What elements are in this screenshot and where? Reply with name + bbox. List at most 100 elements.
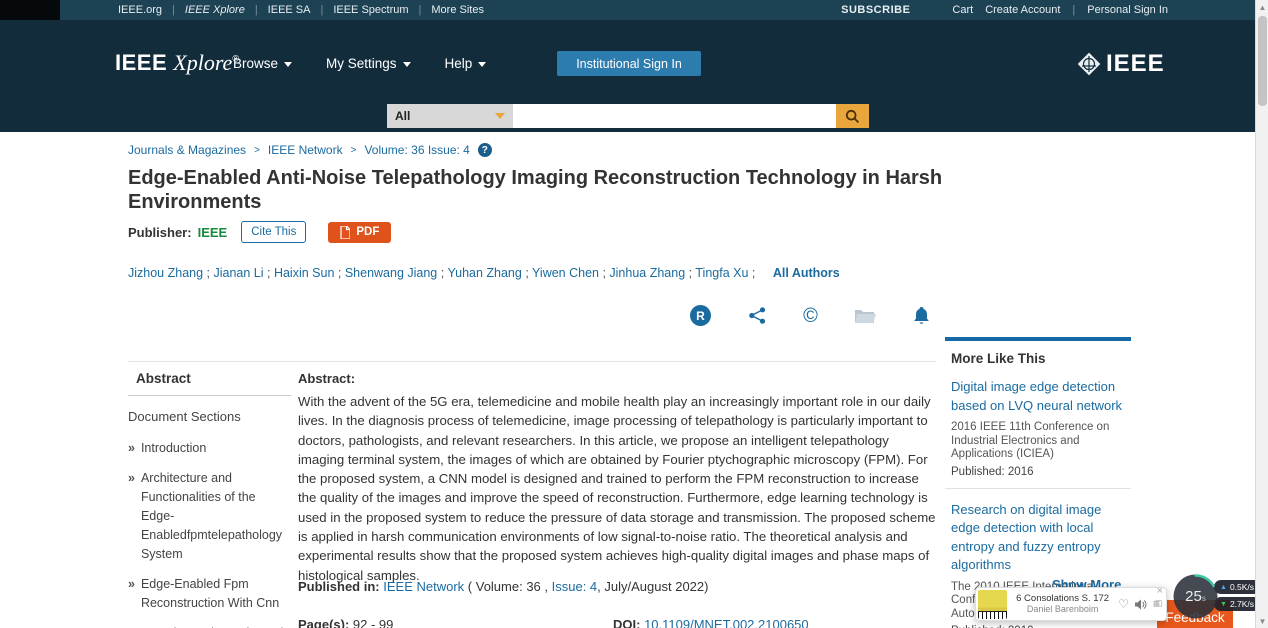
link-ieee-org[interactable]: IEEE.org	[118, 4, 162, 16]
action-icon-row: R ©	[690, 305, 930, 326]
network-speed-overlay: ▲ 0.5K/s ▼ 2.7K/s	[1214, 580, 1261, 614]
search-input[interactable]	[513, 104, 836, 128]
issue-link[interactable]: Issue: 4	[552, 579, 598, 594]
pin-checkbox[interactable]	[1155, 600, 1162, 607]
scroll-up-arrow[interactable]: ▲	[1256, 0, 1268, 14]
bell-icon[interactable]	[913, 306, 930, 326]
section-item-introduction[interactable]: » Introduction	[128, 439, 291, 458]
scroll-down-arrow[interactable]: ▼	[1256, 614, 1268, 628]
search-scope-dropdown[interactable]: All	[387, 104, 513, 128]
nav-help-label: Help	[445, 56, 473, 71]
divider: |	[1072, 4, 1075, 16]
section-item-experimental-results[interactable]: » Experimental Results and Discussion	[128, 624, 291, 628]
chevron-down-icon	[284, 62, 292, 67]
breadcrumb-ieee-network[interactable]: IEEE Network	[268, 143, 343, 157]
cite-this-button[interactable]: Cite This	[241, 221, 306, 243]
share-icon[interactable]	[748, 306, 767, 325]
pdf-button[interactable]: PDF	[328, 222, 391, 243]
related-article-venue: 2016 IEEE 11th Conference on Industrial …	[951, 421, 1131, 462]
brand-word: IEEE	[1106, 50, 1165, 78]
search-button[interactable]	[836, 104, 869, 128]
scrollbar[interactable]: ▲ ▼	[1255, 0, 1268, 628]
chevrons-right-icon: »	[128, 469, 135, 564]
section-label: Experimental Results and Discussion	[141, 624, 291, 628]
rights-icon[interactable]: R	[690, 305, 711, 326]
link-ieee-spectrum[interactable]: IEEE Spectrum	[333, 4, 408, 16]
chevron-down-icon	[478, 62, 486, 67]
track-artist: Daniel Barenboim	[1013, 604, 1112, 615]
download-speed-pill: ▼ 2.7K/s	[1214, 597, 1261, 611]
countdown-unit: s	[1202, 594, 1206, 603]
section-label: Architecture and Functionalities of the …	[141, 469, 291, 564]
pages-value: 92 - 99	[353, 617, 393, 628]
logo-text-xplore: Xplore	[173, 50, 232, 75]
date-text: , July/August 2022)	[597, 579, 708, 594]
breadcrumb: Journals & Magazines > IEEE Network > Vo…	[128, 143, 492, 157]
countdown-badge[interactable]: 25s	[1172, 573, 1219, 620]
abstract-text: With the advent of the 5G era, telemedic…	[298, 392, 938, 585]
publisher-label: Publisher:	[128, 225, 192, 240]
page-title: Edge-Enabled Anti-Noise Telepathology Im…	[128, 166, 948, 214]
main-nav: Browse My Settings Help	[233, 56, 486, 71]
heart-icon[interactable]: ♡	[1118, 597, 1129, 611]
pdf-button-label: PDF	[356, 226, 379, 238]
link-ieee-xplore[interactable]: IEEE Xplore	[185, 4, 245, 16]
doi-link[interactable]: 10.1109/MNET.002.2100650	[644, 617, 809, 628]
tab-abstract[interactable]: Abstract	[128, 368, 291, 396]
subscribe-link[interactable]: SUBSCRIBE	[841, 4, 910, 16]
advanced-search-link[interactable]: ADVANCED SEARCH	[600, 134, 870, 145]
folder-icon[interactable]	[854, 307, 876, 324]
nav-my-settings[interactable]: My Settings	[326, 56, 411, 71]
search-scope-value: All	[395, 109, 410, 123]
section-label: Introduction	[141, 439, 206, 458]
author-link[interactable]: Haixin Sun	[274, 266, 345, 280]
pages-doi-row: Page(s): 92 - 99 DOI: 10.1109/MNET.002.2…	[298, 617, 938, 628]
download-speed-value: 2.7K/s	[1230, 599, 1254, 609]
publisher-row: Publisher: IEEE Cite This PDF	[128, 221, 391, 243]
scrollbar-thumb[interactable]	[1258, 16, 1267, 106]
nav-browse-label: Browse	[233, 56, 278, 71]
upload-speed-value: 0.5K/s	[1230, 582, 1254, 592]
related-article: Digital image edge detection based on LV…	[945, 378, 1131, 488]
search-icon	[845, 109, 860, 124]
published-in-label: Published in:	[298, 579, 380, 594]
nav-browse[interactable]: Browse	[233, 56, 292, 71]
ieee-xplore-logo[interactable]: IEEE Xplore®	[115, 50, 239, 76]
logo-text-ieee: IEEE	[115, 50, 167, 75]
author-link[interactable]: Tingfa Xu	[695, 266, 758, 280]
institutional-sign-in-button[interactable]: Institutional Sign In	[557, 51, 701, 76]
author-link[interactable]: Jianan Li	[213, 266, 273, 280]
cart-link[interactable]: Cart	[952, 4, 973, 16]
related-article-link[interactable]: Digital image edge detection based on LV…	[951, 378, 1131, 415]
abstract-section: Abstract: With the advent of the 5G era,…	[298, 371, 938, 585]
content-divider	[128, 361, 936, 362]
link-ieee-sa[interactable]: IEEE SA	[268, 4, 311, 16]
author-link[interactable]: Yuhan Zhang	[447, 266, 532, 280]
divider: |	[172, 4, 175, 16]
ieee-brand-logo[interactable]: IEEE	[1076, 50, 1165, 78]
section-item-edge-enabled-fpm[interactable]: » Edge-Enabled Fpm Reconstruction With C…	[128, 575, 291, 613]
published-in-line: Published in: IEEE Network ( Volume: 36 …	[298, 579, 708, 594]
related-article-link[interactable]: Research on digital image edge detection…	[951, 501, 1131, 575]
speaker-icon[interactable]	[1135, 599, 1147, 610]
breadcrumb-volume-issue[interactable]: Volume: 36 Issue: 4	[364, 143, 469, 157]
all-authors-link[interactable]: All Authors	[773, 266, 840, 280]
section-item-architecture[interactable]: » Architecture and Functionalities of th…	[128, 469, 291, 564]
doi-label: DOI:	[613, 617, 640, 628]
help-icon[interactable]: ?	[478, 143, 492, 157]
author-link[interactable]: Jizhou Zhang	[128, 266, 213, 280]
create-account-link[interactable]: Create Account	[985, 4, 1060, 16]
journal-link[interactable]: IEEE Network	[383, 579, 464, 594]
link-more-sites[interactable]: More Sites	[431, 4, 484, 16]
nav-help[interactable]: Help	[445, 56, 487, 71]
author-link[interactable]: Yiwen Chen	[532, 266, 609, 280]
personal-sign-in-link[interactable]: Personal Sign In	[1087, 4, 1168, 16]
author-link[interactable]: Jinhua Zhang	[609, 266, 695, 280]
arrow-up-icon: ▲	[1220, 584, 1227, 591]
copyright-icon[interactable]: ©	[803, 306, 818, 326]
breadcrumb-journals[interactable]: Journals & Magazines	[128, 143, 246, 157]
countdown-text: 25s	[1172, 573, 1219, 620]
close-icon[interactable]: ×	[1157, 586, 1163, 596]
author-link[interactable]: Shenwang Jiang	[345, 266, 448, 280]
divider: |	[320, 4, 323, 16]
